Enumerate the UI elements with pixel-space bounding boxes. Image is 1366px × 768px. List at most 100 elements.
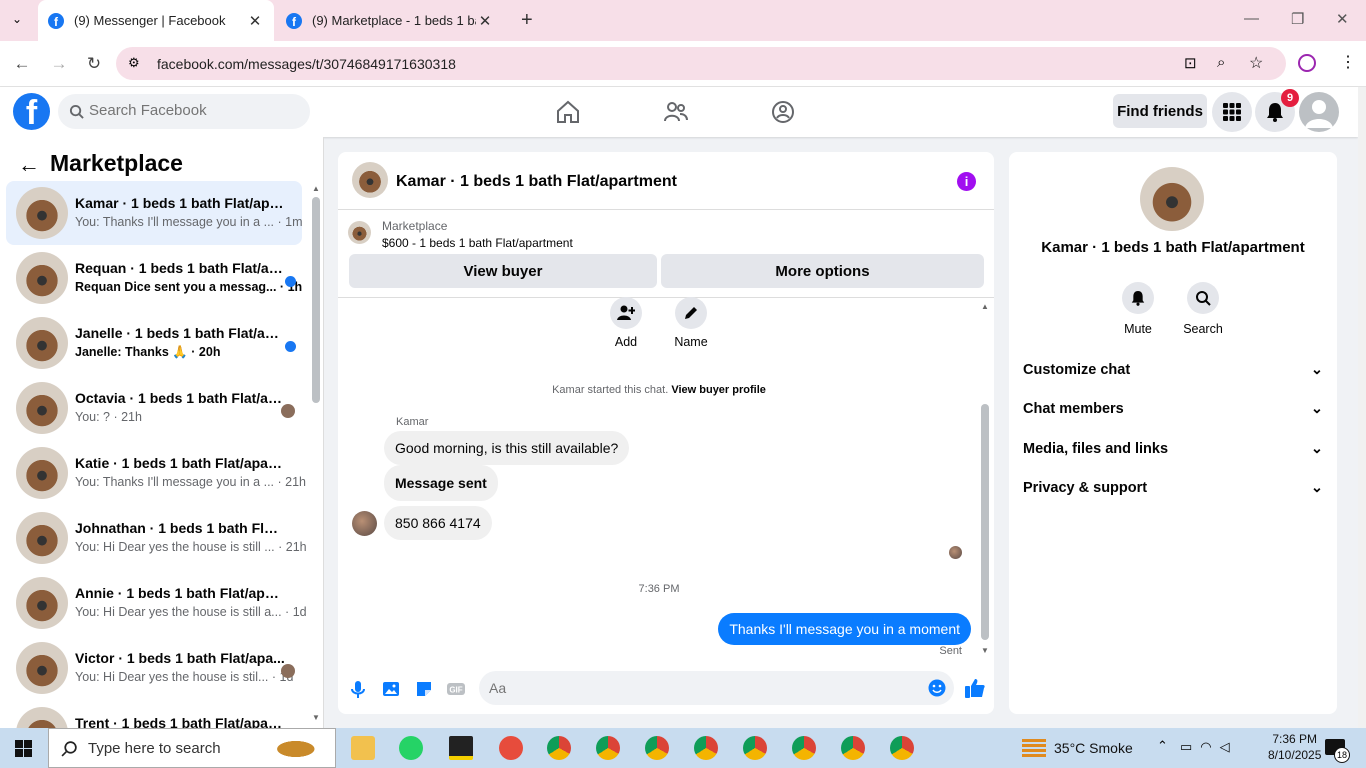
close-tab-icon[interactable]: ✕ — [476, 12, 494, 30]
sidebar-scrollbar[interactable] — [312, 197, 320, 403]
whatsapp-icon[interactable] — [399, 736, 423, 760]
conversation-avatar — [16, 512, 68, 564]
reload-icon[interactable]: ↻ — [84, 54, 104, 74]
unread-dot — [285, 276, 296, 287]
bookmark-star-icon[interactable]: ☆ — [1249, 53, 1263, 73]
home-icon[interactable] — [555, 99, 581, 125]
close-window-button[interactable]: ✕ — [1336, 10, 1349, 28]
taskbar-search[interactable]: Type here to search — [48, 728, 336, 768]
customize-chat-section[interactable]: Customize chat ⌄ — [1023, 362, 1323, 378]
sticky-notes-icon[interactable] — [449, 736, 473, 760]
media-files-links-section[interactable]: Media, files and links ⌄ — [1023, 441, 1323, 457]
conversation-item[interactable]: Victor · 1 beds 1 bath Flat/apa... You: H… — [6, 636, 302, 700]
conversation-avatar — [16, 382, 68, 434]
add-people-action[interactable]: Add — [596, 297, 656, 349]
back-icon[interactable]: ← — [12, 54, 32, 74]
find-friends-button[interactable]: Find friends — [1113, 94, 1207, 128]
listing-thumbnail[interactable] — [348, 221, 371, 244]
listing-title[interactable]: $600 - 1 beds 1 bath Flat/apartment — [382, 236, 573, 250]
chat-members-section[interactable]: Chat members ⌄ — [1023, 401, 1323, 417]
page-scrollbar[interactable] — [1358, 87, 1366, 728]
message-bubble[interactable]: Message sent — [384, 465, 498, 501]
weather-icon[interactable] — [1022, 739, 1046, 757]
message-bubble[interactable]: 850 866 4174 — [384, 506, 492, 540]
zoom-icon[interactable]: ⌕ — [1217, 54, 1225, 71]
scroll-up-arrow-icon[interactable]: ▲ — [312, 184, 320, 193]
facebook-search[interactable] — [58, 94, 310, 129]
snipping-tool-icon[interactable] — [499, 736, 523, 760]
scroll-down-arrow-icon[interactable]: ▼ — [981, 646, 989, 655]
sender-avatar[interactable] — [352, 511, 377, 536]
conversation-item[interactable]: Trent · 1 beds 1 bath Flat/apartm... — [6, 701, 302, 728]
emoji-icon[interactable] — [928, 679, 946, 697]
weather-text[interactable]: 35°C Smoke — [1054, 740, 1133, 756]
chrome-profile-icon[interactable] — [890, 736, 914, 760]
thumbs-up-icon[interactable] — [964, 677, 986, 699]
install-icon[interactable]: ⊡ — [1184, 54, 1197, 72]
more-options-button[interactable]: More options — [661, 254, 984, 288]
sidebar-title: Marketplace — [50, 150, 183, 176]
conversation-item[interactable]: Kamar · 1 beds 1 bath Flat/apart... You: … — [6, 181, 303, 245]
windows-start-icon[interactable] — [15, 740, 32, 757]
chrome-profile-icon[interactable] — [694, 736, 718, 760]
new-tab-button[interactable]: + — [521, 9, 533, 32]
details-avatar[interactable] — [1140, 167, 1204, 231]
clock[interactable]: 7:36 PM 8/10/2025 — [1268, 731, 1321, 763]
site-info-icon[interactable]: ⚙ — [128, 55, 140, 71]
tray-chevron-icon[interactable]: ⌃ — [1157, 738, 1168, 754]
profile-icon[interactable] — [1298, 54, 1316, 72]
message-bubble[interactable]: Good morning, is this still available? — [384, 431, 630, 465]
chrome-profile-icon[interactable] — [645, 736, 669, 760]
notification-count: 18 — [1334, 747, 1350, 763]
conversation-item[interactable]: Annie · 1 beds 1 bath Flat/apart... You: … — [6, 571, 307, 635]
chrome-profile-icon[interactable] — [792, 736, 816, 760]
sticker-icon[interactable] — [414, 679, 434, 699]
chrome-profile-icon[interactable] — [547, 736, 571, 760]
omnibox[interactable]: ⚙ facebook.com/messages/t/30746849171630… — [116, 47, 1286, 80]
view-buyer-profile-link[interactable]: View buyer profile — [671, 384, 766, 396]
chat-panel: Kamar · 1 beds 1 bath Flat/apartment i M… — [338, 152, 994, 714]
conversation-item[interactable]: Johnathan · 1 beds 1 bath Flat/a... You: … — [6, 506, 307, 570]
back-arrow-icon[interactable]: ← — [18, 152, 40, 178]
chrome-profile-icon[interactable] — [743, 736, 767, 760]
friends-icon[interactable] — [663, 99, 689, 125]
view-buyer-button[interactable]: View buyer — [349, 254, 657, 288]
facebook-logo-icon[interactable]: f — [13, 93, 50, 130]
chat-avatar[interactable] — [352, 162, 388, 198]
info-icon[interactable]: i — [957, 172, 976, 191]
chat-title[interactable]: Kamar · 1 beds 1 bath Flat/apartment — [396, 173, 677, 191]
forward-icon[interactable]: → — [49, 54, 69, 74]
minimize-button[interactable]: — — [1244, 10, 1259, 27]
scroll-up-arrow-icon[interactable]: ▲ — [981, 302, 989, 311]
close-tab-icon[interactable]: ✕ — [246, 12, 264, 30]
conversation-item[interactable]: Octavia · 1 beds 1 bath Flat/ap... You: ?… — [6, 376, 302, 440]
photo-icon[interactable] — [381, 679, 401, 699]
name-chat-action[interactable]: Name — [661, 297, 721, 349]
microphone-icon[interactable] — [348, 679, 368, 699]
tab-list-icon[interactable]: ⌄ — [12, 12, 22, 26]
search-input[interactable] — [89, 102, 299, 119]
chrome-profile-icon[interactable] — [841, 736, 865, 760]
tab-marketplace[interactable]: f (9) Marketplace - 1 beds 1 bath ✕ — [276, 0, 504, 41]
file-explorer-icon[interactable] — [351, 736, 375, 760]
account-avatar[interactable] — [1299, 92, 1339, 132]
conversation-item[interactable]: Katie · 1 beds 1 bath Flat/apartm... You:… — [6, 441, 306, 505]
my-message-bubble[interactable]: Thanks I'll message you in a moment — [718, 613, 971, 645]
gif-icon[interactable]: GIF — [446, 679, 466, 699]
menu-dots-icon[interactable]: ⋮ — [1340, 52, 1356, 72]
conversation-item[interactable]: Requan · 1 beds 1 bath Flat/ap... Requan … — [6, 246, 302, 310]
tab-messenger[interactable]: f (9) Messenger | Facebook ✕ — [38, 0, 274, 41]
network-tray-icons[interactable]: ▭◠◁ — [1180, 739, 1238, 755]
scroll-down-arrow-icon[interactable]: ▼ — [312, 713, 320, 722]
mute-button[interactable]: Mute — [1108, 282, 1168, 336]
message-input-box[interactable] — [479, 671, 954, 705]
message-input[interactable] — [489, 680, 909, 696]
restore-button[interactable]: ❐ — [1291, 10, 1304, 28]
chrome-profile-icon[interactable] — [596, 736, 620, 760]
groups-icon[interactable] — [770, 99, 796, 125]
chat-scrollbar[interactable] — [981, 404, 989, 640]
conversation-item[interactable]: Janelle · 1 beds 1 bath Flat/apa... Janel… — [6, 311, 302, 375]
privacy-support-section[interactable]: Privacy & support ⌄ — [1023, 480, 1323, 496]
search-chat-button[interactable]: Search — [1173, 282, 1233, 336]
menu-button[interactable] — [1212, 92, 1252, 132]
